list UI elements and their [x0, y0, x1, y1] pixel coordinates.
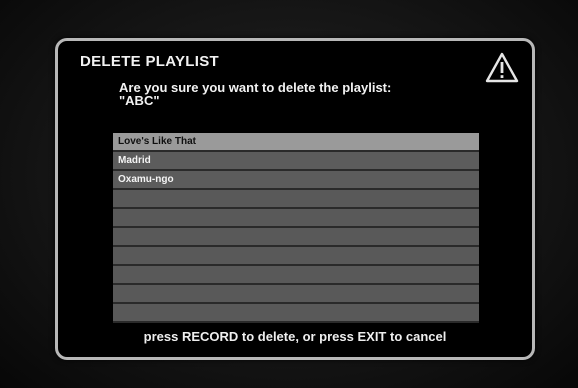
instructions-text: press RECORD to delete, or press EXIT to…	[143, 329, 447, 344]
empty-list-row[interactable]	[113, 247, 479, 266]
dialog-title: DELETE PLAYLIST	[80, 53, 219, 70]
list-item[interactable]: Oxamu-ngo	[113, 171, 479, 190]
question-text: Are you sure you want to delete the play…	[119, 80, 392, 95]
confirmation-question: Are you sure you want to delete the play…	[119, 81, 499, 107]
tv-screen: DELETE PLAYLIST Are you sure you want to…	[0, 0, 578, 388]
empty-list-row[interactable]	[113, 266, 479, 285]
list-item[interactable]: Madrid	[113, 152, 479, 171]
empty-list-row[interactable]	[113, 190, 479, 209]
warning-triangle-icon	[485, 52, 519, 83]
list-item[interactable]: Love's Like That	[113, 133, 479, 152]
delete-playlist-dialog: DELETE PLAYLIST Are you sure you want to…	[55, 38, 535, 360]
empty-list-row[interactable]	[113, 209, 479, 228]
empty-list-row[interactable]	[113, 304, 479, 323]
playlist-song-list[interactable]: Love's Like That Madrid Oxamu-ngo	[113, 133, 479, 323]
playlist-name: "ABC"	[119, 93, 160, 108]
empty-list-row[interactable]	[113, 285, 479, 304]
empty-list-row[interactable]	[113, 228, 479, 247]
